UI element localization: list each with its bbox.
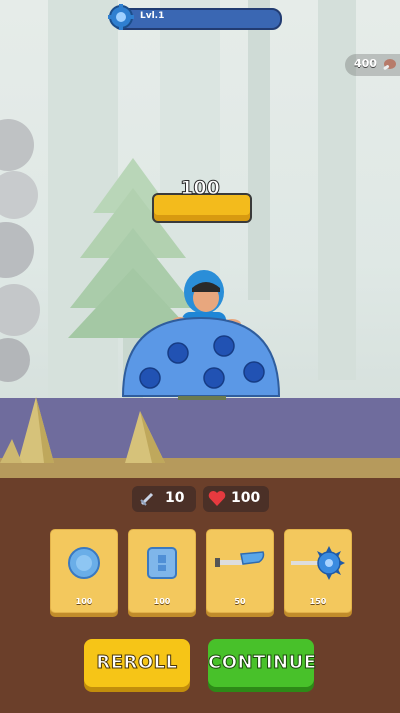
item-price: 150 [309, 597, 327, 606]
sword-icon [140, 492, 154, 506]
shop-item-card[interactable]: 100 [50, 529, 118, 613]
enemy-hp-value: 100 [180, 177, 221, 200]
item-price: 100 [75, 597, 93, 606]
continue-button[interactable]: CONTINUE [208, 639, 317, 687]
blue-disc-icon [68, 547, 100, 579]
level-label: Lvl.1 [140, 11, 165, 21]
meat-icon [383, 59, 396, 70]
ground-spikes [0, 397, 165, 463]
blue-blaster-icon [215, 551, 265, 567]
shop-item-card[interactable]: 100 [128, 529, 196, 613]
reroll-button[interactable]: REROLL [84, 639, 190, 687]
game-scene [0, 0, 400, 478]
heart-icon [208, 490, 226, 506]
blue-armor-block-icon [147, 547, 177, 579]
rock-boulders [0, 119, 40, 382]
blue-mushroom-dome [121, 270, 281, 400]
shop-item-card[interactable]: 50 [206, 529, 274, 613]
level-progress-bar [112, 8, 282, 30]
health-value: 100 [231, 490, 261, 506]
spiked-mace-icon [291, 546, 345, 580]
shop-item-card[interactable]: 150 [284, 529, 352, 613]
item-price: 100 [153, 597, 171, 606]
item-price: 50 [234, 597, 246, 606]
gear-icon [108, 4, 134, 30]
coin-amount: 400 [354, 57, 377, 70]
attack-value: 10 [165, 490, 185, 506]
background-pillar [248, 0, 270, 300]
